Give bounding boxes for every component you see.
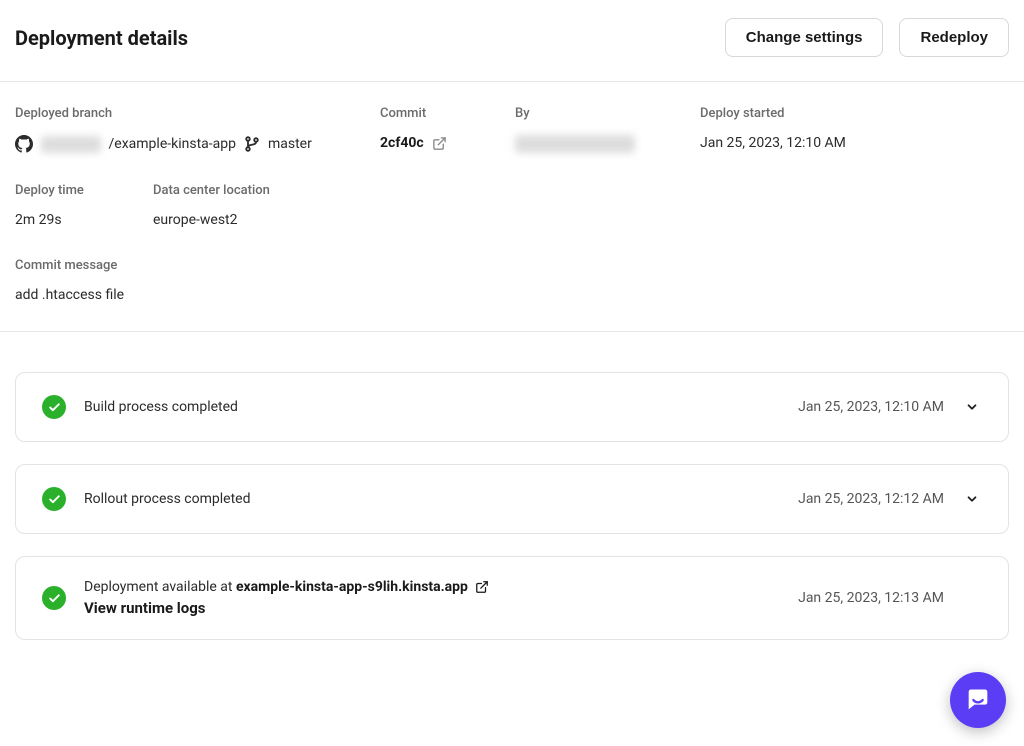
view-runtime-logs-link[interactable]: View runtime logs xyxy=(84,599,780,617)
deployed-branch-field: Deployed branch ██████ /example-kinsta-a… xyxy=(15,106,380,153)
build-text: Build process completed xyxy=(84,399,780,415)
deployed-prefix: Deployment available at xyxy=(84,579,236,595)
redeploy-button[interactable]: Redeploy xyxy=(899,18,1009,57)
check-icon xyxy=(42,487,66,511)
chevron-down-icon[interactable] xyxy=(962,492,982,506)
by-label: By xyxy=(515,106,700,121)
datacenter-value: europe-west2 xyxy=(153,212,373,228)
commit-message-label: Commit message xyxy=(15,258,1009,273)
external-link-icon[interactable] xyxy=(475,580,489,594)
deploy-time-label: Deploy time xyxy=(15,183,153,198)
datacenter-field: Data center location europe-west2 xyxy=(153,183,373,228)
external-link-icon[interactable] xyxy=(432,136,447,151)
commit-label: Commit xyxy=(380,106,515,121)
branch-icon xyxy=(244,136,260,152)
commit-hash[interactable]: 2cf40c xyxy=(380,135,424,151)
repo-owner-redacted: ██████ xyxy=(41,136,101,153)
deploy-time-value: 2m 29s xyxy=(15,212,153,228)
check-icon xyxy=(42,586,66,610)
datacenter-label: Data center location xyxy=(153,183,373,198)
deploy-started-label: Deploy started xyxy=(700,106,920,121)
by-field: By ██████████ xyxy=(515,106,700,153)
deploy-started-value: Jan 25, 2023, 12:10 AM xyxy=(700,135,920,151)
commit-message-field: Commit message add .htaccess file xyxy=(15,258,1009,303)
by-value-redacted: ██████████ xyxy=(515,135,635,153)
rollout-time: Jan 25, 2023, 12:12 AM xyxy=(798,491,944,507)
branch-name: master xyxy=(268,136,312,152)
deployment-timeline: Build process completed Jan 25, 2023, 12… xyxy=(0,332,1024,660)
github-icon xyxy=(15,135,33,153)
repo-path: /example-kinsta-app xyxy=(109,136,236,152)
build-time: Jan 25, 2023, 12:10 AM xyxy=(798,399,944,415)
chat-button[interactable] xyxy=(950,672,1006,728)
build-card[interactable]: Build process completed Jan 25, 2023, 12… xyxy=(15,372,1009,442)
deploy-started-field: Deploy started Jan 25, 2023, 12:10 AM xyxy=(700,106,920,153)
deployed-card: Deployment available at example-kinsta-a… xyxy=(15,556,1009,640)
rollout-card[interactable]: Rollout process completed Jan 25, 2023, … xyxy=(15,464,1009,534)
deploy-time-field: Deploy time 2m 29s xyxy=(15,183,153,228)
deployed-time: Jan 25, 2023, 12:13 AM xyxy=(798,590,944,606)
check-icon xyxy=(42,395,66,419)
deployment-details: Deployed branch ██████ /example-kinsta-a… xyxy=(0,82,1024,332)
chevron-down-icon[interactable] xyxy=(962,400,982,414)
rollout-text: Rollout process completed xyxy=(84,491,780,507)
deployment-url[interactable]: example-kinsta-app-s9lih.kinsta.app xyxy=(236,579,468,595)
commit-field: Commit 2cf40c xyxy=(380,106,515,153)
page-header: Deployment details Change settings Redep… xyxy=(0,0,1024,82)
commit-message-value: add .htaccess file xyxy=(15,287,1009,303)
header-actions: Change settings Redeploy xyxy=(725,18,1009,57)
page-title: Deployment details xyxy=(15,26,188,50)
change-settings-button[interactable]: Change settings xyxy=(725,18,884,57)
deployed-branch-label: Deployed branch xyxy=(15,106,380,121)
